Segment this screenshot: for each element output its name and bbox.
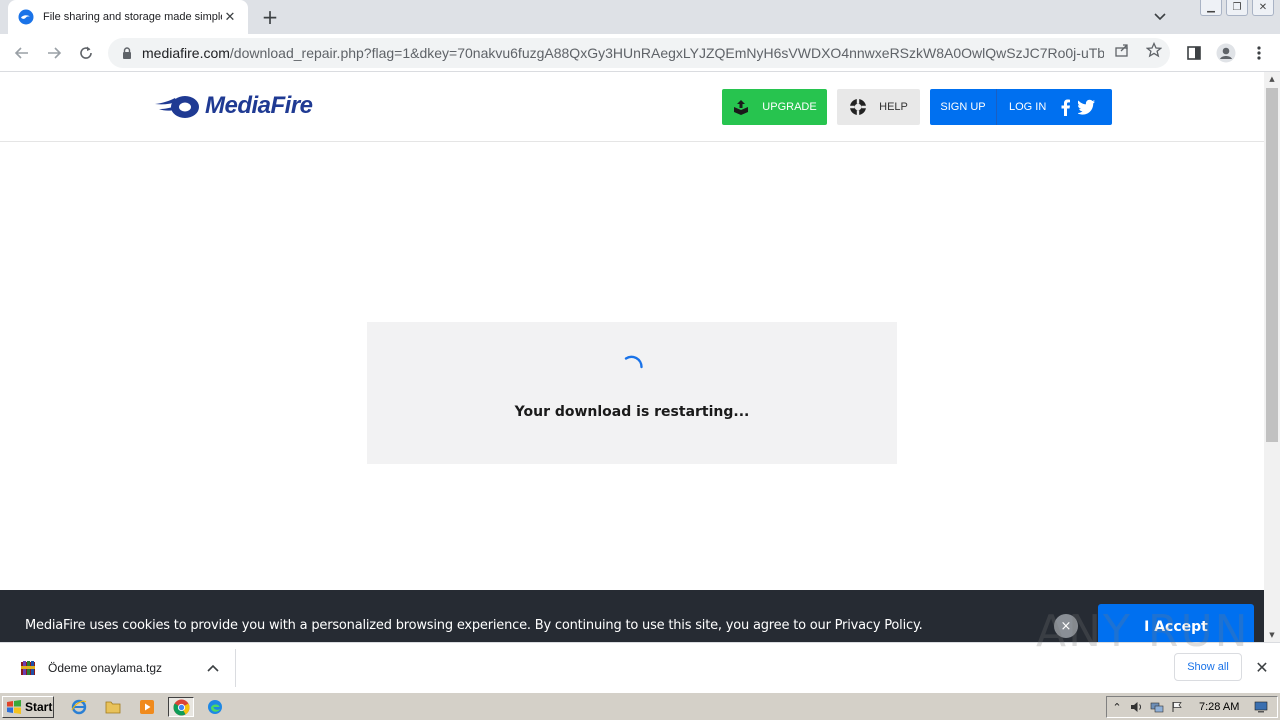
cookie-accept-button[interactable]: I Accept <box>1098 604 1254 642</box>
cookie-banner: MediaFire uses cookies to provide you wi… <box>0 590 1264 642</box>
show-all-downloads-button[interactable]: Show all <box>1174 653 1242 681</box>
loading-spinner-icon <box>624 355 643 369</box>
tab-search-chevron-icon[interactable] <box>1150 8 1170 26</box>
windows-flag-icon <box>7 700 21 714</box>
start-label: Start <box>25 700 53 714</box>
window-controls: ▁ ❐ ✕ <box>1200 0 1274 16</box>
cookie-close-icon[interactable]: × <box>1054 614 1078 638</box>
archive-file-icon <box>21 661 35 675</box>
scroll-down-arrow-icon[interactable]: ▼ <box>1264 628 1280 642</box>
scroll-thumb[interactable] <box>1266 88 1278 442</box>
lifebuoy-icon <box>850 99 867 115</box>
login-label: LOG IN <box>1009 101 1047 113</box>
action-center-flag-icon[interactable] <box>1167 698 1187 716</box>
chrome-taskbar-icon[interactable] <box>168 697 194 717</box>
site-header: MediaFire UPGRADE HELP SIGN UP LOG IN <box>0 72 1264 142</box>
twitter-icon[interactable] <box>1078 98 1096 116</box>
lock-icon <box>120 46 134 60</box>
back-icon[interactable] <box>10 41 34 65</box>
download-file-name: Ödeme onaylama.tgz <box>48 661 163 675</box>
upgrade-label: UPGRADE <box>762 101 817 113</box>
volume-icon[interactable] <box>1127 698 1147 716</box>
url-host: mediafire.com <box>142 45 230 61</box>
login-button[interactable]: LOG IN <box>997 89 1096 125</box>
download-item[interactable]: Ödeme onaylama.tgz <box>0 649 236 687</box>
signup-button[interactable]: SIGN UP <box>930 89 997 125</box>
mediafire-flame-icon <box>155 96 199 118</box>
scroll-up-arrow-icon[interactable]: ▲ <box>1264 72 1280 86</box>
forward-icon[interactable] <box>42 41 66 65</box>
clock: 7:28 AM <box>1199 701 1240 713</box>
internet-explorer-icon[interactable] <box>68 697 90 717</box>
download-shelf: Ödeme onaylama.tgz Show all ✕ <box>0 642 1280 692</box>
help-button[interactable]: HELP <box>837 89 920 125</box>
facebook-icon[interactable] <box>1056 98 1074 116</box>
tab-close-icon[interactable]: ✕ <box>222 9 238 25</box>
page-viewport: MediaFire UPGRADE HELP SIGN UP LOG IN Yo… <box>0 72 1264 642</box>
file-explorer-icon[interactable] <box>102 697 124 717</box>
download-status-text: Your download is restarting... <box>514 404 750 420</box>
url-text: mediafire.com/download_repair.php?flag=1… <box>142 45 1104 61</box>
edge-icon[interactable] <box>204 697 226 717</box>
side-panel-icon[interactable] <box>1182 41 1206 65</box>
url-path: /download_repair.php?flag=1&dkey=70nakvu… <box>229 45 1104 61</box>
share-icon[interactable] <box>1113 41 1131 59</box>
tab-strip: File sharing and storage made simple ✕ +… <box>0 0 1280 34</box>
new-tab-button[interactable]: + <box>258 5 282 29</box>
menu-kebab-icon[interactable] <box>1247 41 1271 65</box>
shelf-close-icon[interactable]: ✕ <box>1252 657 1272 677</box>
auth-button-group: SIGN UP LOG IN <box>930 89 1112 125</box>
browser-toolbar: mediafire.com/download_repair.php?flag=1… <box>0 34 1280 72</box>
tray-expand-icon[interactable]: ⌃ <box>1107 698 1127 716</box>
cookie-notice-text: MediaFire uses cookies to provide you wi… <box>25 618 923 633</box>
minimize-icon[interactable]: ▁ <box>1200 0 1222 16</box>
windows-taskbar: Start ⌃ 7:28 AM <box>0 692 1280 720</box>
network-icon[interactable] <box>1147 698 1167 716</box>
logo-text: MediaFire <box>205 92 313 119</box>
bookmark-star-icon[interactable] <box>1145 41 1163 59</box>
reload-icon[interactable] <box>74 41 98 65</box>
upgrade-button[interactable]: UPGRADE <box>722 89 827 125</box>
window-close-icon[interactable]: ✕ <box>1252 0 1274 16</box>
page-scrollbar[interactable]: ▲ ▼ <box>1264 72 1280 642</box>
chevron-up-icon[interactable] <box>201 656 225 680</box>
download-restart-panel: Your download is restarting... <box>367 322 897 464</box>
system-tray: ⌃ 7:28 AM <box>1106 696 1278 718</box>
mediafire-logo[interactable]: MediaFire <box>155 92 313 120</box>
tab-title: File sharing and storage made simple <box>43 11 222 23</box>
upgrade-box-icon <box>734 100 749 115</box>
media-player-icon[interactable] <box>136 697 158 717</box>
mediafire-icon <box>18 9 34 25</box>
show-desktop-icon[interactable] <box>1251 698 1271 716</box>
restore-icon[interactable]: ❐ <box>1226 0 1248 16</box>
profile-avatar-icon[interactable] <box>1214 41 1238 65</box>
start-button[interactable]: Start <box>2 696 54 718</box>
help-label: HELP <box>879 101 908 113</box>
social-login <box>1056 98 1096 116</box>
browser-tab[interactable]: File sharing and storage made simple ✕ <box>8 0 248 34</box>
address-bar[interactable]: mediafire.com/download_repair.php?flag=1… <box>108 38 1170 68</box>
